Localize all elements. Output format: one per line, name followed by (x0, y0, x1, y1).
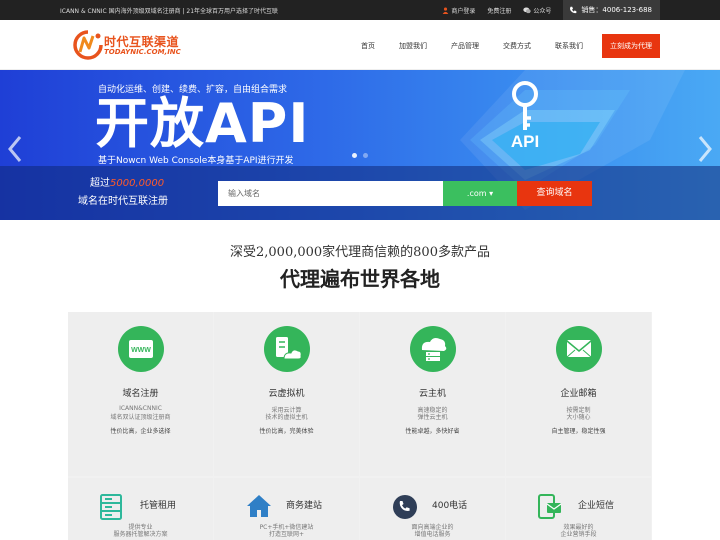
sms-icon (538, 494, 562, 519)
product-desc: 企业营销手段 (560, 531, 597, 538)
product-desc: 域名双认证顶级注册商 (110, 414, 171, 421)
product-desc: 弹性云主机 (417, 414, 448, 421)
product-title: 云虚拟机 (268, 389, 305, 399)
product-card-hosting[interactable]: 托管租用 提供专业 服务器托管解决方案 (68, 478, 213, 540)
become-agent-button[interactable]: 立刻成为代理 (602, 34, 660, 58)
wechat-icon (523, 7, 532, 13)
product-card-sms[interactable]: 企业短信 效果最好的 企业营销手段 (506, 478, 651, 540)
logo-mark-icon (73, 30, 103, 60)
database-cloud-icon (410, 326, 456, 372)
product-tag: 自主管理，稳定性强 (551, 428, 606, 435)
banner-description: 基于Nowcn Web Console本身基于API进行开发 (98, 156, 294, 166)
logo-text-en: TODAYNIC.COM,INC (104, 48, 181, 56)
merchant-login-link[interactable]: 商户登录 (442, 6, 475, 15)
product-title: 企业短信 (578, 501, 615, 511)
domain-search-bar: 超过5000,0000 域名在时代互联注册 .com ▾ 查询域名 (0, 166, 720, 220)
nav-join[interactable]: 加盟我们 (399, 41, 427, 51)
house-icon (247, 495, 271, 517)
main-nav: 首页 加盟我们 产品管理 交费方式 联系我们 立刻成为代理 (337, 34, 660, 58)
product-title: 400电话 (432, 501, 468, 511)
cloud-server-icon (264, 326, 310, 372)
product-card-mail[interactable]: 企业邮箱 按需定制 大小随心 自主管理，稳定性强 (506, 312, 651, 476)
product-desc: 增值电话服务 (414, 531, 451, 538)
chevron-right-icon[interactable] (696, 134, 714, 164)
product-grid: WWW 域名注册 ICANN&CNNIC 域名双认证顶级注册商 性价比高，企业多… (68, 312, 652, 540)
top-links: 商户登录 免费注册 公众号 销售：4006-123-688 (442, 0, 720, 20)
product-card-site-builder[interactable]: 商务建站 PC+手机+微信建站 打造互联网+ (214, 478, 359, 540)
wechat-label: 公众号 (533, 7, 552, 15)
logo[interactable]: 时代互联渠道 TODAYNIC.COM,INC (72, 30, 192, 62)
phone-400-icon (393, 495, 417, 519)
domain-count-prefix: 超过 (90, 178, 110, 189)
top-bar: ICANN & CNNIC 国内海外顶级双域名注册商 | 21年全球百万用户选择… (0, 0, 720, 20)
sales-phone[interactable]: 销售：4006-123-688 (563, 0, 660, 20)
phone-icon (570, 6, 577, 14)
carousel-dot[interactable] (352, 153, 357, 158)
product-tag: 性价比高，企业多选择 (110, 428, 171, 435)
intro-line-2: 代理遍布世界各地 (280, 267, 440, 291)
nav-contact[interactable]: 联系我们 (555, 41, 583, 51)
product-card-cloud-vhost[interactable]: 云虚拟机 采用云计算 技术的虚拟主机 性价比高，完美体验 (214, 312, 359, 476)
product-tag: 性能卓越，多快好省 (405, 428, 460, 435)
product-card-domain[interactable]: WWW 域名注册 ICANN&CNNIC 域名双认证顶级注册商 性价比高，企业多… (68, 312, 213, 476)
svg-text:WWW: WWW (131, 347, 151, 354)
product-title: 域名注册 (122, 389, 159, 399)
product-title: 商务建站 (286, 501, 323, 511)
domain-count-caption: 域名在时代互联注册 (78, 196, 168, 207)
carousel-dot[interactable] (363, 153, 368, 158)
product-title: 企业邮箱 (560, 389, 597, 399)
www-icon: WWW (118, 326, 164, 372)
product-desc: 打造互联网+ (268, 531, 305, 538)
user-icon (443, 7, 449, 14)
free-register-label: 免费注册 (487, 7, 512, 15)
wechat-link[interactable]: 公众号 (523, 6, 551, 15)
api-label: API (511, 132, 539, 151)
product-desc: 大小随心 (566, 414, 591, 421)
sales-phone-label: 销售：4006-123-688 (581, 6, 652, 14)
intro-line-1: 深受2,000,000家代理商信赖的800多款产品 (230, 245, 490, 260)
server-rack-icon (100, 494, 122, 520)
product-desc: 服务器托管解决方案 (113, 531, 168, 538)
carousel-dots (352, 153, 374, 158)
search-domain-button[interactable]: 查询域名 (517, 181, 592, 206)
product-title: 托管租用 (140, 501, 177, 511)
free-register-link[interactable]: 免费注册 (487, 6, 511, 15)
merchant-login-label: 商户登录 (451, 7, 476, 15)
header: 时代互联渠道 TODAYNIC.COM,INC 首页 加盟我们 产品管理 交费方… (0, 20, 720, 70)
product-tag: 性价比高，完美体验 (259, 428, 314, 435)
nav-products[interactable]: 产品管理 (451, 41, 479, 51)
nav-home[interactable]: 首页 (361, 41, 375, 51)
nav-payment[interactable]: 交费方式 (503, 41, 531, 51)
banner-headline: 开放API (95, 92, 310, 155)
mail-icon (556, 326, 602, 372)
top-notice: ICANN & CNNIC 国内海外顶级双域名注册商 | 21年全球百万用户选择… (60, 8, 279, 15)
product-card-400-phone[interactable]: 400电话 面向高端企业的 增值电话服务 (360, 478, 505, 540)
chevron-left-icon[interactable] (6, 134, 24, 164)
product-desc: 技术的虚拟主机 (265, 414, 308, 421)
product-card-cloud-host[interactable]: 云主机 高速稳定的 弹性云主机 性能卓越，多快好省 (360, 312, 505, 476)
domain-count-line: 超过5000,0000 (90, 174, 164, 189)
product-title: 云主机 (418, 389, 446, 399)
domain-search-input[interactable] (218, 181, 443, 206)
domain-count-number: 5000,0000 (110, 178, 165, 189)
domain-suffix-select[interactable]: .com ▾ (443, 181, 517, 206)
product-desc: ICANN&CNNIC (119, 405, 162, 412)
